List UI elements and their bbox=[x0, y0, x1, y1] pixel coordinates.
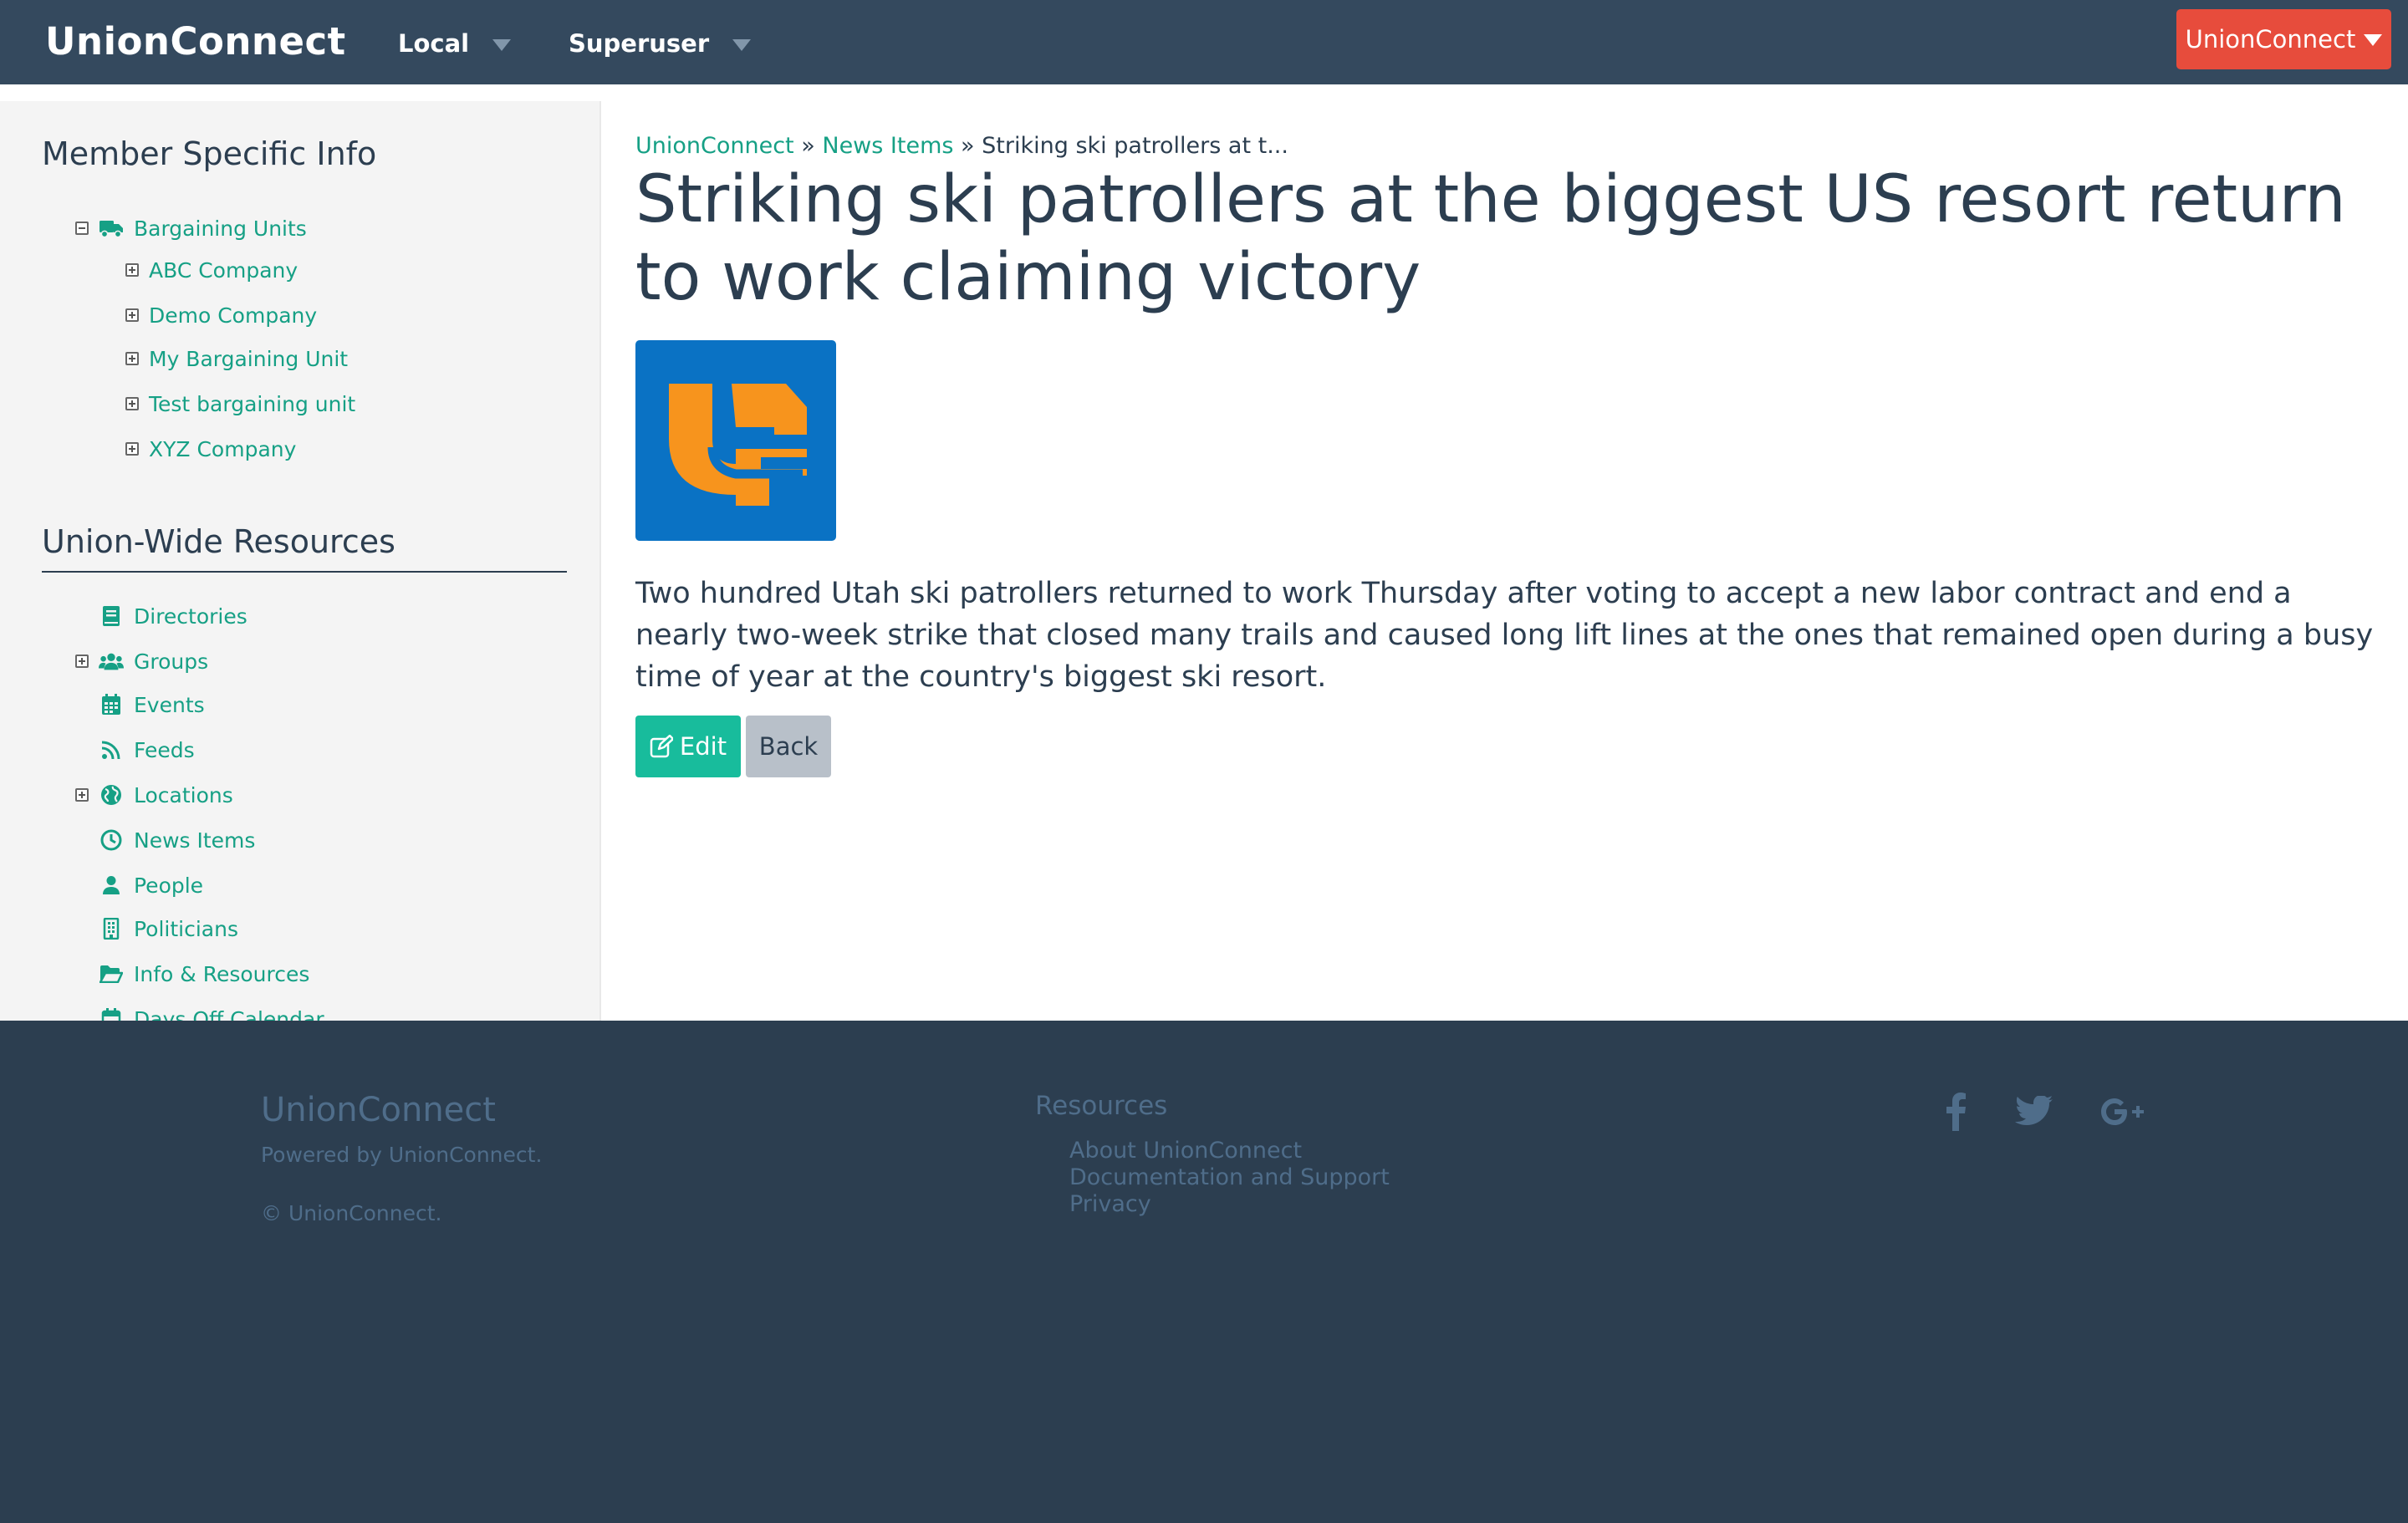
footer-brand: UnionConnect bbox=[261, 1091, 496, 1129]
sidebar-label[interactable]: Directories bbox=[134, 604, 247, 629]
sidebar-label[interactable]: People bbox=[134, 874, 203, 898]
collapse-icon[interactable] bbox=[75, 222, 89, 235]
sidebar-item-groups[interactable]: Groups bbox=[75, 644, 208, 678]
back-button-label: Back bbox=[758, 732, 819, 761]
breadcrumb-news-items-link[interactable]: News Items bbox=[822, 133, 953, 159]
tree-item-my-bargaining-unit[interactable]: My Bargaining Unit bbox=[125, 342, 348, 375]
expand-icon[interactable] bbox=[125, 308, 139, 322]
folder-open-icon bbox=[99, 961, 124, 986]
expand-icon[interactable] bbox=[125, 263, 139, 277]
footer-link-about[interactable]: About UnionConnect bbox=[1069, 1138, 1390, 1164]
page-title: Striking ski patrollers at the biggest U… bbox=[635, 162, 2346, 315]
clock-icon bbox=[99, 828, 124, 853]
sidebar-item-people[interactable]: People bbox=[99, 868, 203, 902]
sidebar-item-politicians[interactable]: Politicians bbox=[99, 912, 238, 945]
book-icon bbox=[99, 604, 124, 629]
footer-copyright: © UnionConnect. bbox=[261, 1201, 442, 1225]
sidebar-label[interactable]: Locations bbox=[134, 783, 233, 807]
news-item-logo-image bbox=[635, 340, 836, 541]
calendar-icon bbox=[99, 692, 124, 717]
sidebar-divider bbox=[42, 571, 567, 573]
calendar-outline-icon bbox=[99, 1006, 124, 1021]
edit-icon bbox=[650, 735, 673, 758]
user-menu-button[interactable]: UnionConnect bbox=[2176, 9, 2391, 69]
member-specific-heading: Member Specific Info bbox=[42, 135, 377, 172]
news-item-body: Two hundred Utah ski patrollers returned… bbox=[635, 577, 2374, 694]
nav-superuser-label: Superuser bbox=[569, 29, 710, 58]
sidebar-item-info-resources[interactable]: Info & Resources bbox=[99, 957, 309, 991]
users-icon bbox=[99, 649, 124, 674]
sidebar: Member Specific Info Bargaining Units AB… bbox=[0, 101, 601, 1021]
sidebar-item-feeds[interactable]: Feeds bbox=[99, 733, 195, 767]
globe-icon bbox=[99, 782, 124, 807]
tree-item-demo-company[interactable]: Demo Company bbox=[125, 298, 317, 332]
nav-local-dropdown[interactable]: Local bbox=[398, 25, 512, 62]
breadcrumb: UnionConnect » News Items » Striking ski… bbox=[635, 133, 1288, 159]
tree-item-test-bargaining-unit[interactable]: Test bargaining unit bbox=[125, 387, 355, 420]
tree-label[interactable]: Bargaining Units bbox=[134, 216, 307, 241]
nav-superuser-dropdown[interactable]: Superuser bbox=[569, 25, 752, 62]
union-wide-heading: Union-Wide Resources bbox=[42, 523, 395, 560]
truck-icon bbox=[99, 216, 124, 241]
sidebar-item-locations[interactable]: Locations bbox=[75, 778, 233, 812]
building-icon bbox=[99, 916, 124, 941]
sidebar-item-events[interactable]: Events bbox=[99, 688, 205, 721]
expand-icon[interactable] bbox=[125, 397, 139, 410]
expand-icon[interactable] bbox=[125, 442, 139, 456]
facebook-icon[interactable] bbox=[1945, 1091, 1967, 1133]
twitter-icon[interactable] bbox=[2015, 1091, 2053, 1133]
sidebar-item-directories[interactable]: Directories bbox=[99, 599, 247, 633]
expand-icon[interactable] bbox=[75, 655, 89, 668]
tree-item-abc-company[interactable]: ABC Company bbox=[125, 253, 298, 287]
edit-button[interactable]: Edit bbox=[635, 716, 741, 777]
footer-powered-by: Powered by UnionConnect. bbox=[261, 1143, 543, 1167]
tree-item-bargaining-units[interactable]: Bargaining Units bbox=[75, 211, 307, 245]
sidebar-label[interactable]: Days Off Calendar bbox=[134, 1007, 324, 1021]
nav-local-label: Local bbox=[398, 29, 470, 58]
rss-icon bbox=[99, 737, 124, 762]
edit-button-label: Edit bbox=[679, 732, 727, 761]
breadcrumb-current: Striking ski patrollers at t... bbox=[982, 133, 1288, 159]
sidebar-item-days-off-calendar[interactable]: Days Off Calendar bbox=[99, 1002, 324, 1021]
sidebar-label[interactable]: News Items bbox=[134, 828, 255, 853]
footer-links: About UnionConnect Documentation and Sup… bbox=[1069, 1138, 1390, 1218]
tree-label[interactable]: My Bargaining Unit bbox=[149, 347, 348, 371]
expand-icon[interactable] bbox=[75, 788, 89, 802]
user-menu-label: UnionConnect bbox=[2185, 25, 2356, 53]
footer-resources-title: Resources bbox=[1035, 1091, 1168, 1121]
sidebar-label[interactable]: Info & Resources bbox=[134, 962, 309, 986]
breadcrumb-separator: » bbox=[961, 133, 975, 159]
brand-logo-text[interactable]: UnionConnect bbox=[45, 17, 346, 67]
breadcrumb-home-link[interactable]: UnionConnect bbox=[635, 133, 794, 159]
tree-label[interactable]: Test bargaining unit bbox=[149, 392, 355, 416]
caret-down-icon bbox=[2364, 34, 2383, 46]
tree-item-xyz-company[interactable]: XYZ Company bbox=[125, 432, 296, 466]
sidebar-label[interactable]: Feeds bbox=[134, 738, 195, 762]
footer: UnionConnect Powered by UnionConnect. © … bbox=[0, 1021, 2408, 1523]
expand-icon[interactable] bbox=[125, 352, 139, 365]
sidebar-label[interactable]: Events bbox=[134, 693, 205, 717]
top-navbar: UnionConnect Local Superuser UnionConnec… bbox=[0, 0, 2408, 84]
tree-label[interactable]: Demo Company bbox=[149, 303, 317, 328]
sidebar-label[interactable]: Groups bbox=[134, 649, 208, 674]
main-area: Member Specific Info Bargaining Units AB… bbox=[0, 84, 2408, 1021]
sidebar-label[interactable]: Politicians bbox=[134, 917, 238, 941]
sidebar-item-news-items[interactable]: News Items bbox=[99, 823, 255, 857]
footer-link-documentation[interactable]: Documentation and Support bbox=[1069, 1164, 1390, 1191]
tree-label[interactable]: XYZ Company bbox=[149, 437, 296, 461]
breadcrumb-separator: » bbox=[801, 133, 815, 159]
tree-label[interactable]: ABC Company bbox=[149, 258, 298, 283]
back-button[interactable]: Back bbox=[746, 716, 831, 777]
footer-link-privacy[interactable]: Privacy bbox=[1069, 1191, 1390, 1218]
caret-down-icon bbox=[492, 39, 512, 51]
google-plus-icon[interactable] bbox=[2100, 1091, 2147, 1133]
user-icon bbox=[99, 873, 124, 898]
caret-down-icon bbox=[732, 39, 752, 51]
